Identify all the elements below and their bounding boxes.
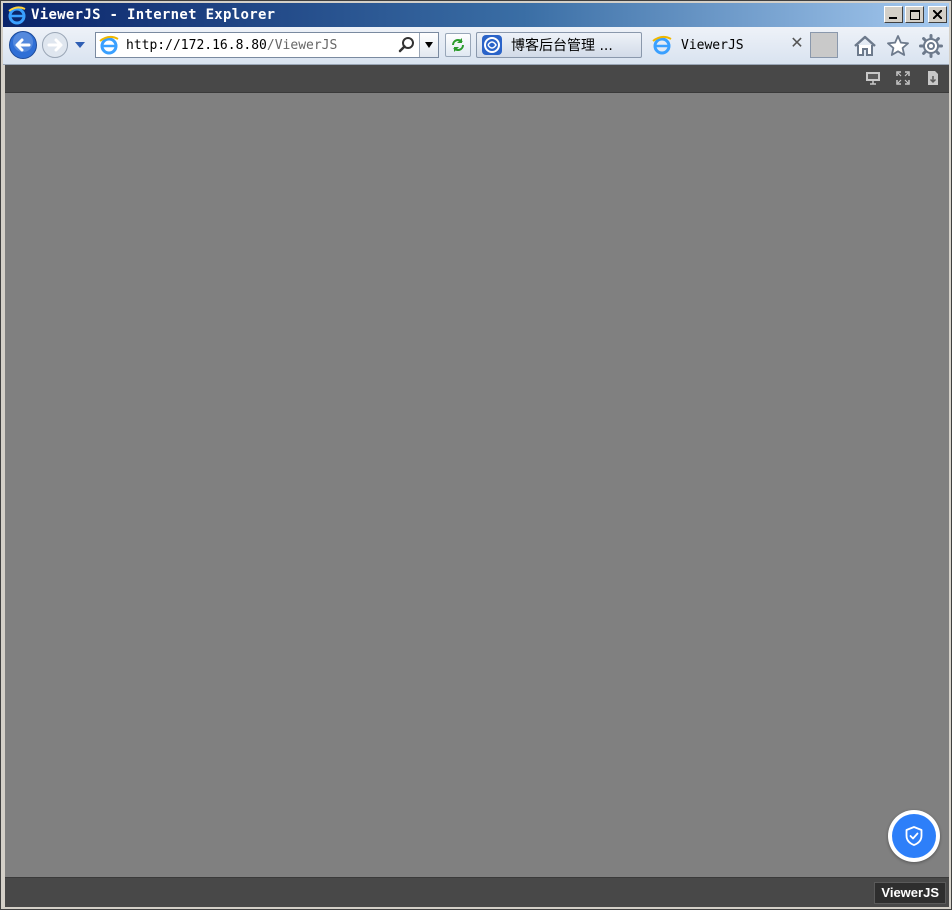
gear-icon <box>919 34 943 58</box>
viewer-toolbar <box>5 65 949 93</box>
address-dropdown-button[interactable] <box>419 33 438 57</box>
ie-logo-icon <box>8 6 26 25</box>
close-button[interactable] <box>928 6 947 23</box>
ie-page-icon <box>652 35 672 55</box>
ie-window: ViewerJS - Internet Explorer http://172.… <box>0 0 952 910</box>
chevron-down-icon <box>425 42 433 48</box>
back-icon[interactable] <box>8 30 38 60</box>
page-ie-icon <box>99 35 119 55</box>
minimize-button[interactable] <box>884 6 903 23</box>
home-button[interactable] <box>853 34 877 58</box>
navigation-bar: http://172.16.8.80/ViewerJS 博客后台管理 ... V… <box>3 27 949 65</box>
window-title: ViewerJS - Internet Explorer <box>31 7 276 23</box>
tab-label: ViewerJS <box>681 37 744 53</box>
compatibility-refresh-button[interactable] <box>445 33 471 57</box>
favorites-button[interactable] <box>886 34 910 58</box>
download-icon <box>928 71 938 85</box>
tab-label: 博客后台管理 ... <box>511 38 613 54</box>
maximize-button[interactable] <box>905 6 924 23</box>
url-path: /ViewerJS <box>266 37 338 53</box>
tools-button[interactable] <box>919 34 943 58</box>
viewer-footer: ViewerJS <box>5 877 949 907</box>
star-icon <box>887 35 909 56</box>
maximize-icon <box>909 9 920 20</box>
presentation-button[interactable] <box>865 70 881 86</box>
site-favicon-icon <box>482 35 502 55</box>
close-icon <box>933 10 942 19</box>
viewerjs-brand-link[interactable]: ViewerJS <box>874 882 946 904</box>
download-button[interactable] <box>925 70 941 86</box>
tab-viewerjs[interactable]: ViewerJS ✕ <box>647 32 809 58</box>
tab-blog-admin[interactable]: 博客后台管理 ... <box>476 32 642 58</box>
address-bar[interactable]: http://172.16.8.80/ViewerJS <box>95 32 439 58</box>
minimize-icon <box>889 17 897 19</box>
tab-close-icon[interactable]: ✕ <box>789 36 805 52</box>
shield-check-icon <box>905 826 923 846</box>
security-shield-button[interactable] <box>888 810 940 862</box>
fab-inner <box>892 814 936 858</box>
home-icon <box>854 35 876 56</box>
forward-icon[interactable] <box>41 31 69 59</box>
url-host: http://172.16.8.80 <box>126 37 267 53</box>
search-icon[interactable] <box>398 36 416 54</box>
fullscreen-button[interactable] <box>895 70 911 86</box>
title-bar[interactable]: ViewerJS - Internet Explorer <box>3 3 949 27</box>
address-url[interactable]: http://172.16.8.80/ViewerJS <box>126 38 337 53</box>
document-canvas[interactable] <box>5 93 949 877</box>
history-dropdown-icon[interactable] <box>73 39 87 51</box>
refresh-icon <box>452 38 464 52</box>
new-tab-button[interactable] <box>810 32 838 58</box>
fullscreen-icon <box>896 71 910 85</box>
presentation-icon <box>866 72 880 85</box>
